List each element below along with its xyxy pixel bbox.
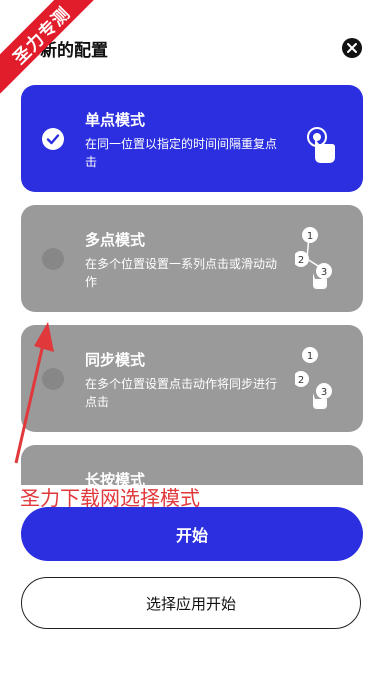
- close-icon: [347, 43, 357, 53]
- svg-text:2: 2: [298, 375, 304, 386]
- svg-text:1: 1: [307, 231, 313, 242]
- mode-description: 在多个位置设置一系列点击或滑动动作: [85, 257, 278, 289]
- mode-card-single[interactable]: 单点模式 在同一位置以指定的时间间隔重复点击: [21, 85, 363, 192]
- multi-tap-icon: 1 2 3: [295, 227, 332, 289]
- svg-text:2: 2: [298, 255, 304, 266]
- start-button[interactable]: 开始: [21, 507, 363, 561]
- svg-text:3: 3: [321, 387, 327, 398]
- sync-tap-icon: 1 2 3: [295, 347, 332, 409]
- tap-hand-icon: [307, 127, 335, 163]
- mode-card-longpress[interactable]: 长按模式: [21, 445, 363, 485]
- svg-text:3: 3: [321, 267, 327, 278]
- arrow-annotation: [14, 322, 54, 464]
- check-icon: [46, 134, 60, 145]
- mode-title: 单点模式: [85, 111, 146, 129]
- mode-radio-checked[interactable]: [42, 128, 64, 150]
- mode-card-sync[interactable]: 同步模式 在多个位置设置点击动作将同步进行点击 1 2 3: [21, 325, 363, 432]
- choose-app-button[interactable]: 选择应用开始: [21, 577, 361, 629]
- mode-card-multi[interactable]: 多点模式 在多个位置设置一系列点击或滑动动作 1 2 3: [21, 205, 363, 312]
- mode-title: 多点模式: [85, 231, 146, 249]
- svg-text:1: 1: [307, 351, 313, 362]
- mode-description: 在同一位置以指定的时间间隔重复点击: [85, 137, 278, 169]
- mode-description: 在多个位置设置点击动作将同步进行点击: [85, 377, 278, 409]
- screen: 圣力专测 新的配置 单点模式 在同一位置以指定的时间间隔重复点击 多点模式 在多…: [0, 0, 384, 684]
- mode-title: 同步模式: [85, 351, 146, 369]
- close-button[interactable]: [342, 38, 362, 58]
- mode-list: 单点模式 在同一位置以指定的时间间隔重复点击 多点模式 在多个位置设置一系列点击…: [21, 85, 363, 485]
- mode-radio[interactable]: [42, 248, 64, 270]
